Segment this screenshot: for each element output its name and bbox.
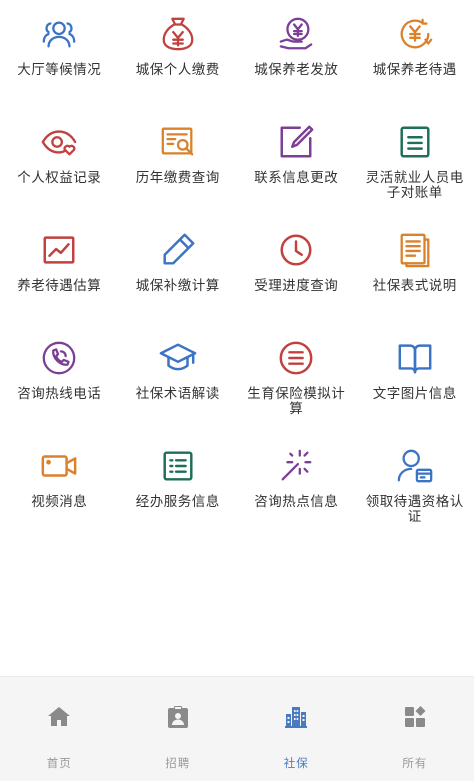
grid-item-progress-query[interactable]: 受理进度查询: [237, 216, 356, 324]
video-camera-icon: [39, 446, 79, 486]
grid-item-label: 城保个人缴费: [135, 62, 220, 78]
grid-item-personal-payment[interactable]: 城保个人缴费: [119, 0, 238, 108]
grid-item-rights-record[interactable]: 个人权益记录: [0, 108, 119, 216]
tab-home[interactable]: 首页: [0, 677, 119, 781]
grid-item-service-info[interactable]: 经办服务信息: [119, 432, 238, 540]
grid-item-maternity-calc[interactable]: 生育保险模拟计算: [237, 324, 356, 432]
tab-label: 所有: [402, 756, 428, 770]
tab-label: 社保: [283, 756, 309, 770]
grid-item-label: 受理进度查询: [254, 278, 339, 294]
document-icon: [395, 122, 435, 162]
grid-item-pension-benefits[interactable]: 城保养老待遇: [356, 0, 474, 108]
grid-item-hotline[interactable]: 咨询热线电话: [0, 324, 119, 432]
grid-item-label: 咨询热线电话: [17, 386, 102, 402]
grid-item-terms[interactable]: 社保术语解读: [119, 324, 238, 432]
grid-item-label: 社保表式说明: [372, 278, 457, 294]
tab-all[interactable]: 所有: [356, 677, 474, 781]
grid-item-label: 社保术语解读: [135, 386, 220, 402]
grid-item-label: 经办服务信息: [135, 494, 220, 510]
grid-item-hot-topics[interactable]: 咨询热点信息: [237, 432, 356, 540]
home-icon: [45, 703, 73, 731]
grid-item-label: 视频消息: [31, 494, 88, 510]
grid-item-label: 个人权益记录: [17, 170, 102, 186]
grid-item-label: 大厅等候情况: [17, 62, 102, 78]
eye-heart-icon: [39, 122, 79, 162]
grid-item-payment-history[interactable]: 历年缴费查询: [119, 108, 238, 216]
grid-item-label: 城保补缴计算: [135, 278, 220, 294]
documents-icon: [395, 230, 435, 270]
yuan-circle-arrow-icon: [395, 14, 435, 54]
grid-item-eligibility-auth[interactable]: 领取待遇资格认证: [356, 432, 474, 540]
grid-item-back-payment-calc[interactable]: 城保补缴计算: [119, 216, 238, 324]
user-card-icon: [395, 446, 435, 486]
grid-item-label: 生育保险模拟计算: [247, 386, 346, 417]
line-chart-icon: [39, 230, 79, 270]
bill-search-icon: [158, 122, 198, 162]
menu-circle-icon: [276, 338, 316, 378]
grid-item-pension-distribution[interactable]: 城保养老发放: [237, 0, 356, 108]
magic-wand-icon: [276, 446, 316, 486]
grid-item-label: 城保养老发放: [254, 62, 339, 78]
list-icon: [158, 446, 198, 486]
grid-item-pension-estimate[interactable]: 养老待遇估算: [0, 216, 119, 324]
grid-item-form-explanation[interactable]: 社保表式说明: [356, 216, 474, 324]
service-grid: 大厅等候情况 城保个人缴费 城保养老发放 城保养老待遇 个人权益记录 历年缴费查…: [0, 0, 474, 540]
buildings-icon: [282, 703, 310, 731]
money-bag-icon: [158, 14, 198, 54]
grid-item-contact-change[interactable]: 联系信息更改: [237, 108, 356, 216]
grid-item-label: 领取待遇资格认证: [365, 494, 464, 525]
clipboard-user-icon: [164, 703, 192, 731]
tab-label: 招聘: [165, 756, 191, 770]
edit-square-icon: [276, 122, 316, 162]
grid-item-flexible-statement[interactable]: 灵活就业人员电子对账单: [356, 108, 474, 216]
people-icon: [39, 14, 79, 54]
grid-item-video-messages[interactable]: 视频消息: [0, 432, 119, 540]
grid-item-label: 养老待遇估算: [17, 278, 102, 294]
grid-item-label: 联系信息更改: [254, 170, 339, 186]
grid-item-text-image-info[interactable]: 文字图片信息: [356, 324, 474, 432]
grid-item-label: 文字图片信息: [372, 386, 457, 402]
apps-icon: [401, 703, 429, 731]
phone-icon: [39, 338, 79, 378]
grid-item-hall-waiting[interactable]: 大厅等候情况: [0, 0, 119, 108]
grid-item-label: 城保养老待遇: [372, 62, 457, 78]
grid-item-label: 灵活就业人员电子对账单: [365, 170, 464, 201]
grid-item-label: 历年缴费查询: [135, 170, 220, 186]
grid-item-label: 咨询热点信息: [254, 494, 339, 510]
clock-icon: [276, 230, 316, 270]
tab-recruitment[interactable]: 招聘: [119, 677, 238, 781]
graduation-cap-icon: [158, 338, 198, 378]
yuan-hand-icon: [276, 14, 316, 54]
tab-social-security[interactable]: 社保: [237, 677, 356, 781]
tab-label: 首页: [46, 756, 72, 770]
pencil-icon: [158, 230, 198, 270]
bottom-tab-bar: 首页 招聘 社保 所有: [0, 676, 474, 781]
open-book-icon: [395, 338, 435, 378]
